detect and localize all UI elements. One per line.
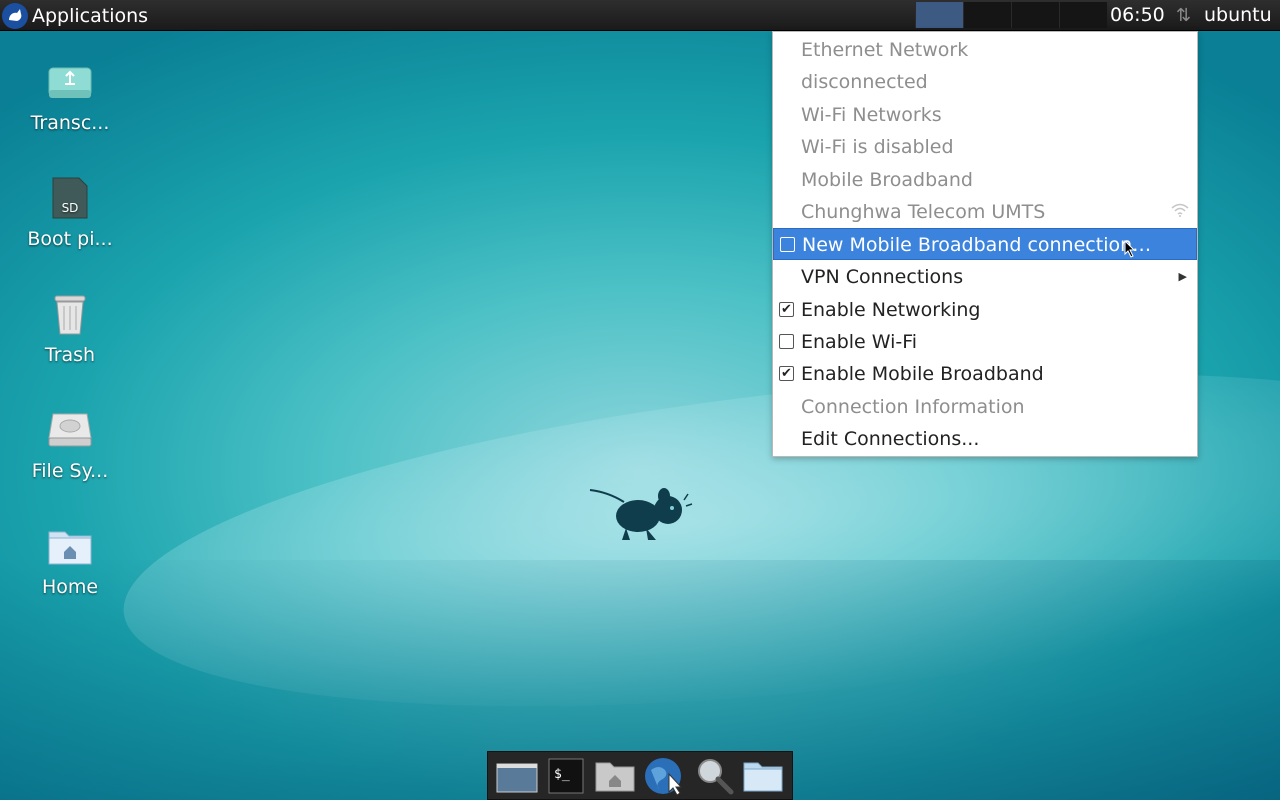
signal-strength-icon (1171, 196, 1189, 228)
desktop-icon-file-system[interactable]: File Sy... (20, 406, 120, 482)
network-manager-icon[interactable]: ⇅ (1176, 5, 1191, 26)
workspace-3[interactable] (1011, 2, 1059, 28)
menu-header-ethernet: Ethernet Network (801, 39, 969, 61)
desktop-icon-transcend[interactable]: Transc... (20, 58, 120, 134)
menu-status-ethernet: disconnected (801, 71, 928, 93)
menu-header-wifi: Wi-Fi Networks (801, 104, 942, 126)
files-folder-icon[interactable] (740, 754, 786, 798)
user-menu[interactable]: ubuntu (1204, 0, 1272, 31)
desktop-icon-trash[interactable]: Trash (20, 290, 120, 366)
checkbox-icon[interactable] (780, 237, 795, 252)
desktop-icon-home[interactable]: Home (20, 522, 120, 598)
menu-header-mobile-broadband: Mobile Broadband (801, 169, 973, 191)
checkbox-icon[interactable] (779, 334, 794, 349)
workspace-2[interactable] (963, 2, 1011, 28)
usb-drive-icon (46, 58, 94, 106)
checkbox-checked-icon[interactable]: ✔ (779, 366, 794, 381)
desktop-icon-label: Boot pi... (27, 228, 113, 250)
dock-panel: $_ (487, 751, 793, 800)
home-folder-icon (46, 522, 94, 570)
desktop-icon-label: Trash (44, 344, 96, 366)
terminal-icon[interactable]: $_ (543, 754, 589, 798)
workspace-switcher[interactable] (915, 2, 1107, 28)
web-browser-icon[interactable] (642, 754, 688, 798)
app-finder-icon[interactable] (691, 754, 737, 798)
menu-item-vpn-connections[interactable]: VPN Connections ▶ (773, 261, 1197, 293)
desktop-icon-boot-partition[interactable]: SD Boot pi... (20, 174, 120, 250)
xfce-mouse-logo (588, 486, 694, 548)
desktop-icon-label: Transc... (30, 112, 110, 134)
desktop-icon-label: Home (41, 576, 99, 598)
trash-icon (46, 290, 94, 338)
svg-text:SD: SD (62, 201, 79, 215)
clock[interactable]: 06:50 (1110, 0, 1165, 31)
menu-item-enable-mobile-broadband[interactable]: ✔ Enable Mobile Broadband (773, 358, 1197, 390)
workspace-1[interactable] (915, 2, 963, 28)
xfce-logo-icon (2, 2, 28, 29)
hard-disk-icon (46, 406, 94, 454)
workspace-4[interactable] (1059, 2, 1107, 28)
checkbox-checked-icon[interactable]: ✔ (779, 302, 794, 317)
menu-item-enable-wifi[interactable]: Enable Wi-Fi (773, 326, 1197, 358)
menu-status-wifi: Wi-Fi is disabled (801, 136, 954, 158)
submenu-arrow-icon: ▶ (1178, 270, 1187, 283)
top-panel: Applications 06:50 ⇅ ubuntu (0, 0, 1280, 31)
show-desktop-icon[interactable] (494, 754, 540, 798)
menu-item-edit-connections[interactable]: Edit Connections... (773, 423, 1197, 455)
applications-label: Applications (32, 4, 149, 27)
mouse-pointer-icon (1124, 239, 1136, 262)
home-folder-icon[interactable] (592, 754, 638, 798)
desktop-icon-label: File Sy... (31, 460, 109, 482)
menu-item-chunghwa-telecom: Chunghwa Telecom UMTS (773, 196, 1197, 228)
menu-item-enable-networking[interactable]: ✔ Enable Networking (773, 294, 1197, 326)
menu-item-connection-information: Connection Information (801, 396, 1025, 418)
sd-card-icon: SD (46, 174, 94, 222)
svg-text:$_: $_ (554, 767, 570, 782)
applications-menu-button[interactable]: Applications (0, 0, 156, 31)
